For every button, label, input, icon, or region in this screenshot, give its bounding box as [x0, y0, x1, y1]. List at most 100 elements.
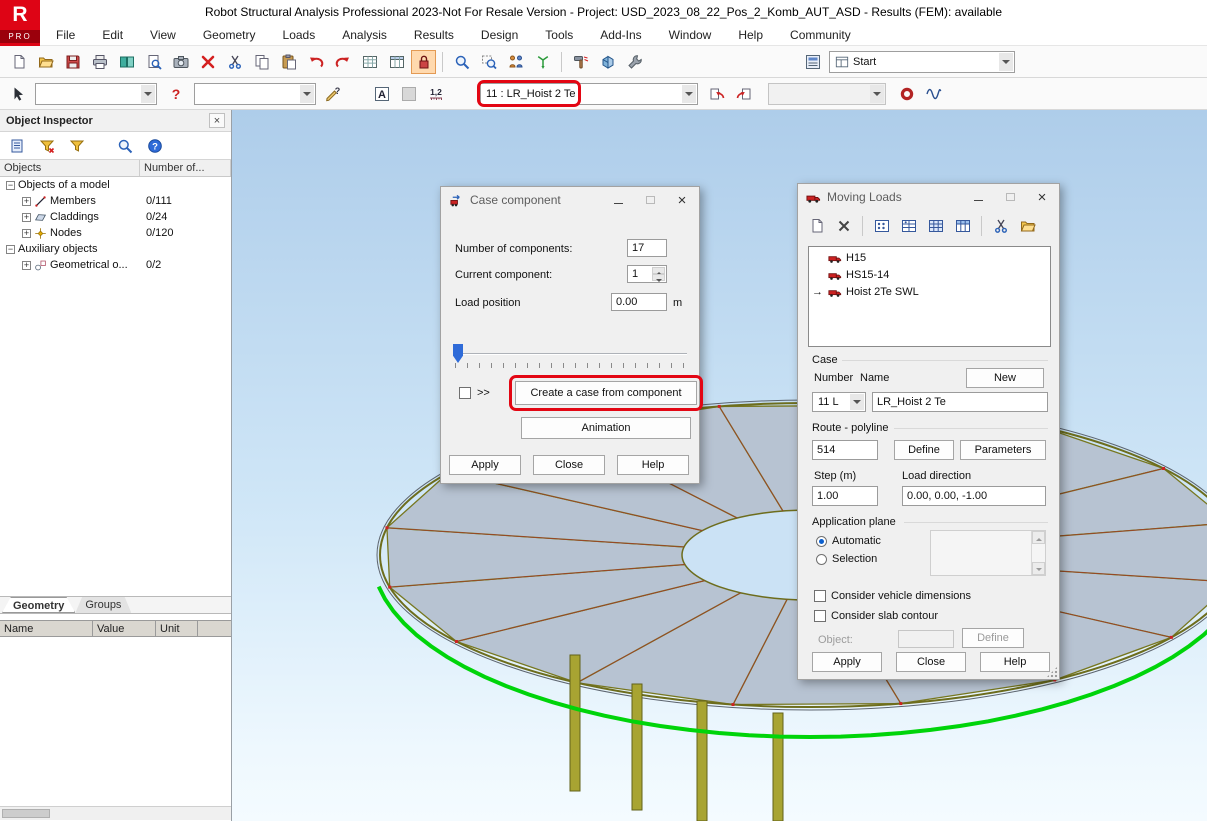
calculations-button[interactable]: [568, 50, 593, 74]
current-component-field[interactable]: 1: [627, 265, 667, 283]
checkbox-icon[interactable]: [814, 590, 826, 602]
radio-button-icon[interactable]: [816, 554, 827, 565]
close-icon[interactable]: ×: [669, 190, 695, 210]
expand-icon[interactable]: +: [22, 197, 31, 206]
close-icon[interactable]: ×: [209, 113, 225, 128]
menu-analysis[interactable]: Analysis: [342, 28, 387, 42]
pages-button[interactable]: [4, 134, 29, 158]
combo-dropdown-arrow[interactable]: [850, 394, 864, 410]
model-3d-button[interactable]: [595, 50, 620, 74]
zoom-window-button[interactable]: [476, 50, 501, 74]
lock-button[interactable]: [411, 50, 436, 74]
display-attributes-button[interactable]: [503, 50, 528, 74]
grid-column-unit[interactable]: Unit: [156, 621, 198, 636]
new-case-button[interactable]: New: [966, 368, 1044, 388]
numbering-button[interactable]: 1,2: [423, 82, 448, 106]
table-button[interactable]: [357, 50, 382, 74]
tab-groups[interactable]: Groups: [75, 597, 131, 613]
checkbox-icon[interactable]: [814, 610, 826, 622]
layout-selection-combo[interactable]: Start: [829, 51, 1015, 73]
column-header-objects[interactable]: Objects: [0, 160, 140, 176]
tree-item-nodes[interactable]: +Nodes0/120: [0, 225, 231, 241]
animation-button[interactable]: Animation: [521, 417, 691, 439]
create-case-from-component-button[interactable]: Create a case from component: [515, 381, 697, 405]
position-slider-thumb[interactable]: [453, 344, 463, 363]
apply-button[interactable]: Apply: [449, 455, 521, 475]
number-of-components-field[interactable]: 17: [627, 239, 667, 257]
tab-geometry[interactable]: Geometry: [2, 597, 75, 613]
delete-vehicle-button[interactable]: [831, 214, 856, 238]
moving-loads-title-bar[interactable]: Moving Loads ×: [798, 184, 1059, 210]
menu-geometry[interactable]: Geometry: [203, 28, 256, 42]
tree-item-members[interactable]: +Members0/111: [0, 193, 231, 209]
column-header-number[interactable]: Number of...: [140, 160, 231, 176]
vehicle-table2-button[interactable]: [896, 214, 921, 238]
wave-button[interactable]: [921, 82, 946, 106]
combo-dropdown-arrow[interactable]: [999, 53, 1013, 71]
collapse-icon[interactable]: −: [6, 181, 15, 190]
select-objects-button[interactable]: [6, 82, 31, 106]
menu-addins[interactable]: Add-Ins: [600, 28, 641, 42]
whats-this-button[interactable]: ?: [320, 82, 345, 106]
route-parameters-button[interactable]: Parameters: [960, 440, 1046, 460]
horizontal-scrollbar[interactable]: [0, 806, 231, 820]
menu-design[interactable]: Design: [481, 28, 518, 42]
selection-combo[interactable]: [35, 83, 157, 105]
menu-community[interactable]: Community: [790, 28, 851, 42]
close-button[interactable]: Close: [533, 455, 605, 475]
vehicle-item-h15[interactable]: H15: [809, 249, 1050, 266]
case-name-field[interactable]: LR_Hoist 2 Te: [872, 392, 1048, 412]
position-slider-track[interactable]: [455, 353, 687, 355]
menu-results[interactable]: Results: [414, 28, 454, 42]
close-button[interactable]: Close: [896, 652, 966, 672]
new-document-button[interactable]: [6, 50, 31, 74]
spinner-buttons[interactable]: [652, 267, 665, 281]
table-columns-button[interactable]: [384, 50, 409, 74]
filter-clear-button[interactable]: [34, 134, 59, 158]
vehicle-item-hs15-14[interactable]: HS15-14: [809, 266, 1050, 283]
node-selection-combo[interactable]: [194, 83, 316, 105]
load-direction-field[interactable]: 0.00, 0.00, -1.00: [902, 486, 1046, 506]
radio-button-icon[interactable]: [816, 536, 827, 547]
cut-button[interactable]: [222, 50, 247, 74]
menu-loads[interactable]: Loads: [283, 28, 316, 42]
tools-button[interactable]: [622, 50, 647, 74]
menu-file[interactable]: File: [56, 28, 75, 42]
screen-capture-button[interactable]: [114, 50, 139, 74]
route-polyline-field[interactable]: 514: [812, 440, 878, 460]
combo-dropdown-arrow[interactable]: [300, 85, 314, 103]
vehicle-list[interactable]: H15HS15-14→Hoist 2Te SWL: [808, 246, 1051, 347]
print-preview-button[interactable]: [141, 50, 166, 74]
tree-item-claddings[interactable]: +Claddings0/24: [0, 209, 231, 225]
route-define-button[interactable]: Define: [894, 440, 954, 460]
axes-button[interactable]: [530, 50, 555, 74]
paste-button[interactable]: [276, 50, 301, 74]
vehicle-grid-button[interactable]: [923, 214, 948, 238]
vehicle-table-button[interactable]: [869, 214, 894, 238]
scrollbar-thumb[interactable]: [2, 809, 50, 818]
vehicle-item-hoist-2te-swl[interactable]: →Hoist 2Te SWL: [809, 283, 1050, 300]
collapse-icon[interactable]: −: [6, 245, 15, 254]
expand-checkbox[interactable]: [459, 387, 471, 399]
case-number-combo[interactable]: 11 L: [812, 392, 866, 412]
load-position-field[interactable]: 0.00: [611, 293, 667, 311]
case-component-title-bar[interactable]: Case component ×: [441, 187, 699, 213]
checkbox-consider-vehicle-dimensions[interactable]: Consider vehicle dimensions: [814, 586, 971, 606]
tree-item-auxiliary-objects[interactable]: −Auxiliary objects: [0, 241, 231, 257]
apply-button[interactable]: Apply: [812, 652, 882, 672]
component-back-button[interactable]: [704, 82, 729, 106]
component-forward-button[interactable]: [731, 82, 756, 106]
print-button[interactable]: [87, 50, 112, 74]
blank-button[interactable]: [396, 82, 421, 106]
display-labels-button[interactable]: A: [369, 82, 394, 106]
structure-model-view[interactable]: [232, 110, 1207, 821]
undo-button[interactable]: [303, 50, 328, 74]
cut-button[interactable]: [988, 214, 1013, 238]
help-button[interactable]: Help: [980, 652, 1050, 672]
open-folder-button[interactable]: [1015, 214, 1040, 238]
menu-tools[interactable]: Tools: [545, 28, 573, 42]
grid-column-value[interactable]: Value: [93, 621, 156, 636]
grid-column-name[interactable]: Name: [0, 621, 93, 636]
tree-item-geometrical-o-[interactable]: +Geometrical o...0/2: [0, 257, 231, 273]
menu-view[interactable]: View: [150, 28, 176, 42]
